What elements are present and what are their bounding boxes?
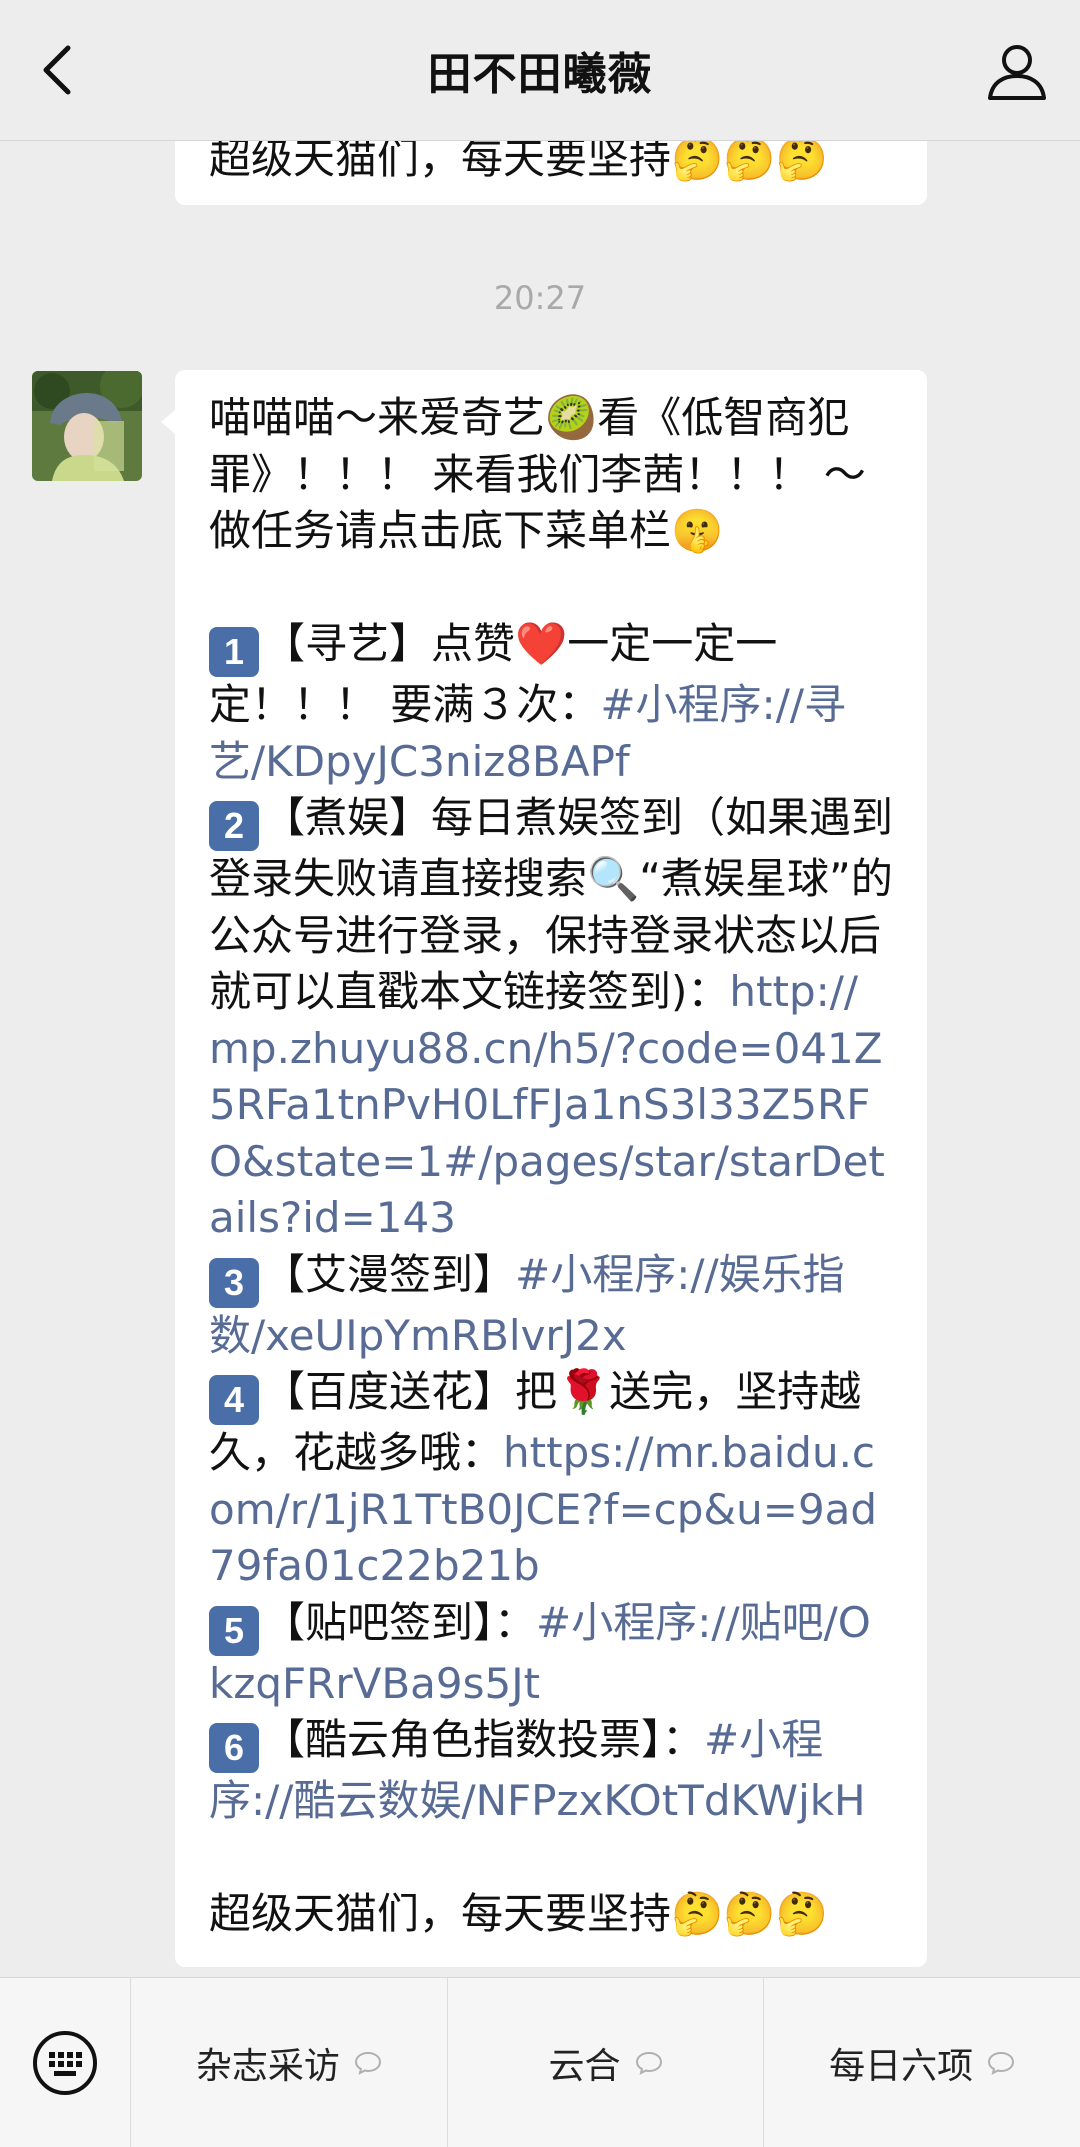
keyboard-icon	[33, 2030, 97, 2095]
list-item: 5 【贴吧签到】：#小程序://贴吧/OkzqFRrVBa9s5Jt	[209, 1598, 871, 1708]
message-bubble[interactable]: 喵喵喵～来爱奇艺🥝看《低智商犯罪》！！！ 来看我们李茜！！！ ～做任务请点击底下…	[161, 370, 927, 1967]
menu-item-daily-six[interactable]: 每日六项	[764, 1978, 1080, 2147]
chat-bubble-icon	[988, 2051, 1015, 2075]
list-item: 1 【寻艺】点赞❤️一定一定一定！！！ 要满３次：#小程序://寻艺/KDpyJC…	[209, 619, 846, 786]
message-outro: 超级天猫们，每天要坚持🤔🤔🤔	[209, 1889, 828, 1938]
chat-bubble-icon	[635, 2051, 662, 2075]
person-icon[interactable]	[984, 38, 1050, 104]
message-text: 喵喵喵～来爱奇艺🥝看《低智商犯罪》！！！ 来看我们李茜！！！ ～做任务请点击底下…	[209, 390, 895, 1943]
item-text: 【酷云角色指数投票】：	[263, 1715, 705, 1764]
list-item: 3 【艾漫签到】#小程序://娱乐指数/xeUIpYmRBlvrJ2x	[209, 1250, 845, 1360]
item-text: 【贴吧签到】：	[263, 1597, 537, 1647]
previous-message-bubble[interactable]: 超级天猫们，每天要坚持🤔🤔🤔	[175, 141, 927, 205]
menu-item-magazine-interview[interactable]: 杂志采访	[131, 1978, 448, 2147]
menu-item-label: 云合	[548, 2045, 621, 2087]
chevron-left-icon[interactable]	[30, 40, 90, 100]
message-timestamp: 20:27	[493, 279, 587, 317]
official-account-menu: 杂志采访 云合 每日六项	[0, 1977, 1080, 2147]
avatar[interactable]	[32, 371, 142, 481]
avatar-image	[32, 371, 142, 481]
item-text: 【艾漫签到】	[263, 1249, 516, 1299]
number-badge: 1	[209, 627, 259, 677]
chat-header: 田不田曦薇	[0, 0, 1080, 141]
number-badge: 3	[209, 1257, 259, 1308]
list-item: 4 【百度送花】把🌹送完，坚持越久，花越多哦：https://mr.baidu.c…	[209, 1367, 877, 1590]
keyboard-toggle-button[interactable]	[0, 1978, 131, 2147]
menu-item-yunhe[interactable]: 云合	[448, 1978, 765, 2147]
previous-message-text: 超级天猫们，每天要坚持🤔🤔🤔	[209, 141, 828, 183]
chat-title: 田不田曦薇	[427, 49, 653, 100]
number-badge: 5	[209, 1605, 259, 1656]
number-badge: 2	[209, 801, 259, 851]
message-intro: 喵喵喵～来爱奇艺🥝看《低智商犯罪》！！！ 来看我们李茜！！！ ～做任务请点击底下…	[209, 393, 866, 555]
menu-item-label: 每日六项	[829, 2045, 974, 2087]
chat-bubble-icon	[354, 2051, 381, 2075]
number-badge: 4	[209, 1375, 259, 1425]
number-badge: 6	[209, 1723, 259, 1773]
menu-item-label: 杂志采访	[195, 2045, 340, 2087]
list-item: 2 【煮娱】每日煮娱签到（如果遇到登录失败请直接搜索🔍“煮娱星球”的公众号进行登录…	[209, 793, 893, 1242]
message-list[interactable]: 超级天猫们，每天要坚持🤔🤔🤔 20:27 喵喵喵～来爱奇艺🥝看《低智商犯罪》！！…	[0, 141, 1080, 1977]
list-item: 6 【酷云角色指数投票】：#小程序://酷云数娱/NFPzxKOtTdKWjkH	[209, 1715, 866, 1825]
